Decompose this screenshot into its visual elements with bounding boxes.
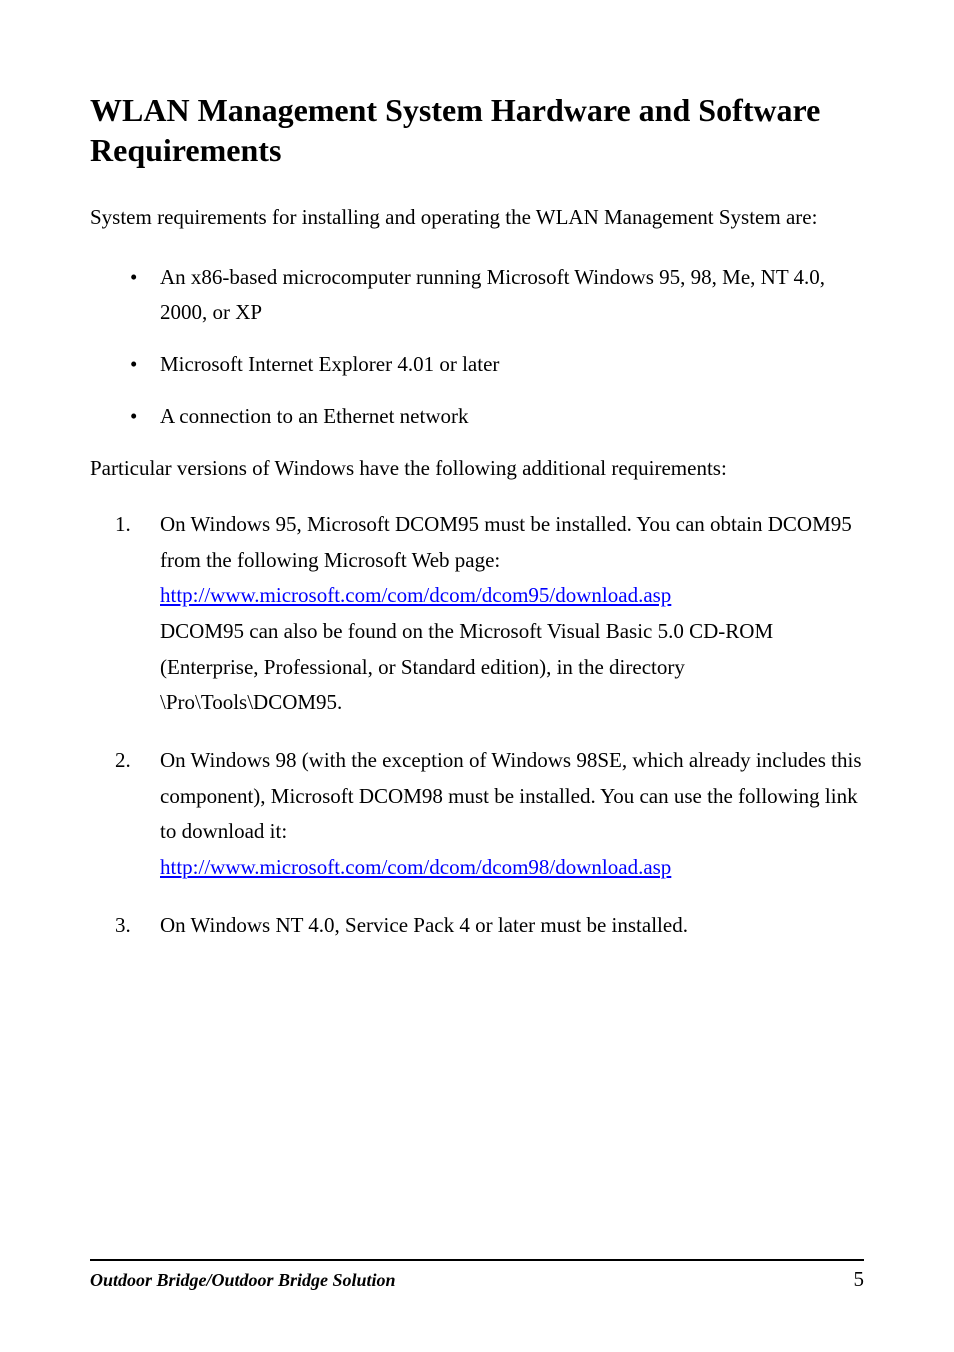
- text-segment: DCOM95 can also be found on the Microsof…: [160, 614, 864, 721]
- list-item: Microsoft Internet Explorer 4.01 or late…: [90, 347, 864, 383]
- numbered-list: On Windows 95, Microsoft DCOM95 must be …: [90, 507, 864, 944]
- link-dcom98[interactable]: http://www.microsoft.com/com/dcom/dcom98…: [160, 855, 671, 879]
- page-number: 5: [854, 1267, 865, 1292]
- page: WLAN Management System Hardware and Soft…: [0, 0, 954, 1352]
- text-segment: On Windows 98 (with the exception of Win…: [160, 743, 864, 850]
- list-item: On Windows 98 (with the exception of Win…: [90, 743, 864, 886]
- footer-title: Outdoor Bridge/Outdoor Bridge Solution: [90, 1270, 396, 1291]
- list-item: A connection to an Ethernet network: [90, 399, 864, 435]
- list-item: On Windows 95, Microsoft DCOM95 must be …: [90, 507, 864, 721]
- page-title: WLAN Management System Hardware and Soft…: [90, 90, 864, 170]
- link-dcom95[interactable]: http://www.microsoft.com/com/dcom/dcom95…: [160, 583, 671, 607]
- mid-paragraph: Particular versions of Windows have the …: [90, 452, 864, 485]
- list-item: On Windows NT 4.0, Service Pack 4 or lat…: [90, 908, 864, 944]
- intro-paragraph: System requirements for installing and o…: [90, 200, 864, 236]
- bullet-list: An x86-based microcomputer running Micro…: [90, 260, 864, 435]
- text-segment: On Windows 95, Microsoft DCOM95 must be …: [160, 512, 852, 572]
- list-item: An x86-based microcomputer running Micro…: [90, 260, 864, 331]
- page-footer: Outdoor Bridge/Outdoor Bridge Solution 5: [90, 1259, 864, 1292]
